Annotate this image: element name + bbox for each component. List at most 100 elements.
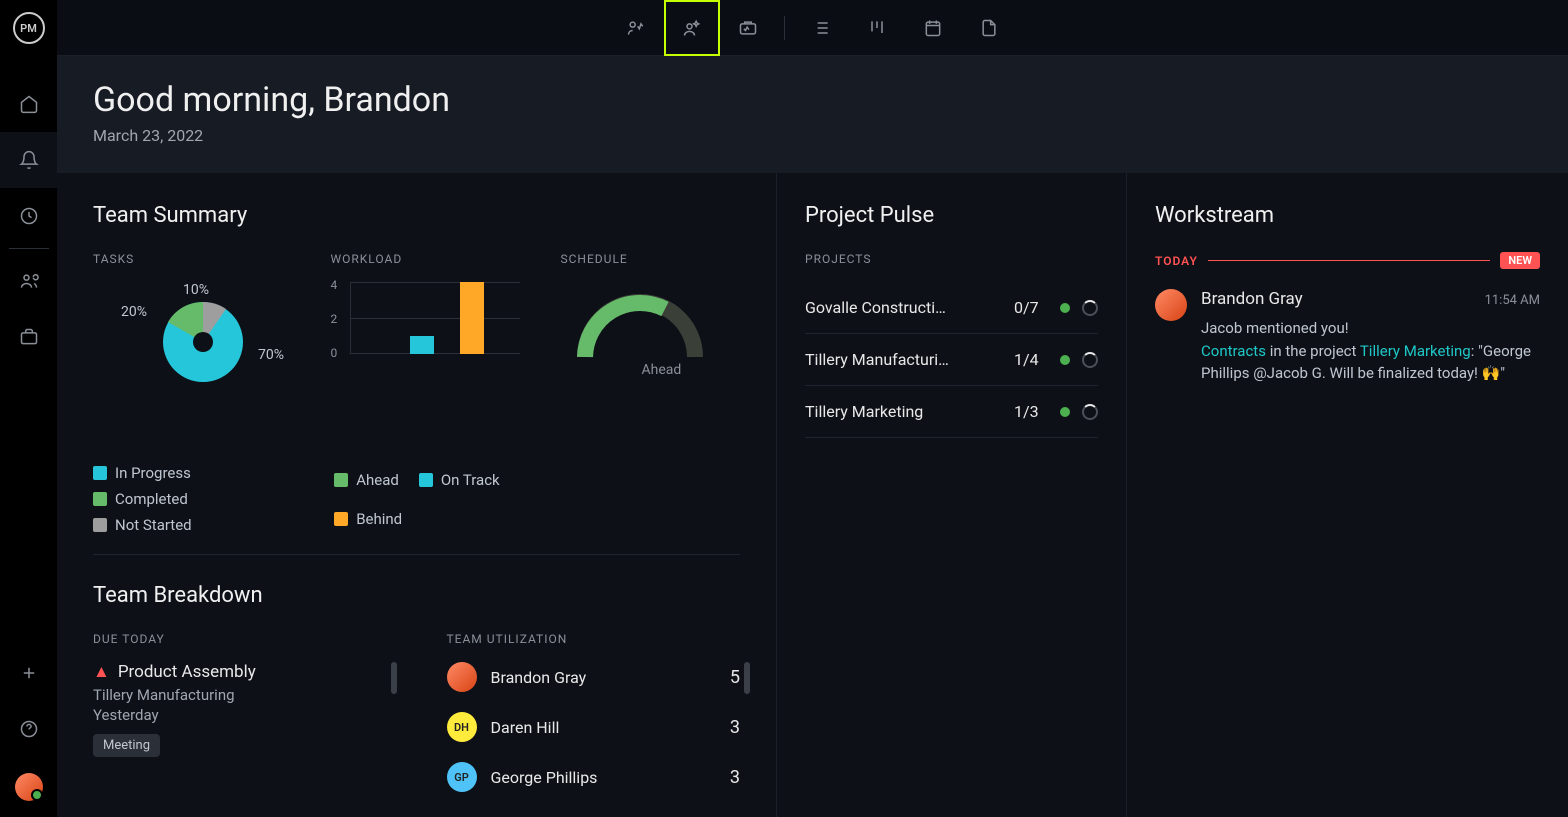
bar-ytick-0: 0 xyxy=(330,346,337,360)
util-name: Brandon Gray xyxy=(491,668,716,687)
topnav-calendar[interactable] xyxy=(905,0,961,56)
sidebar-team[interactable] xyxy=(0,253,57,309)
pulse-title: Project Pulse xyxy=(805,203,1098,228)
topnav-docs[interactable] xyxy=(961,0,1017,56)
util-row[interactable]: Brandon Gray 5 xyxy=(447,662,741,692)
due-item-tag: Meeting xyxy=(93,734,160,757)
workstream-today-label: TODAY xyxy=(1155,254,1198,268)
topnav-board[interactable] xyxy=(849,0,905,56)
legend-notstarted: Not Started xyxy=(93,516,192,534)
pie-label-10: 10% xyxy=(183,282,209,298)
due-item-when: Yesterday xyxy=(93,706,387,724)
workstream-title: Workstream xyxy=(1155,203,1540,228)
legend-completed: Completed xyxy=(93,490,188,508)
header-date: March 23, 2022 xyxy=(93,126,1532,145)
sidebar-home[interactable] xyxy=(0,76,57,132)
topnav-portfolio[interactable] xyxy=(720,0,776,56)
due-today-label: DUE TODAY xyxy=(93,632,387,646)
workload-label: WORKLOAD xyxy=(330,252,520,266)
pie-label-20: 20% xyxy=(121,304,147,320)
project-name: Govalle Constructi… xyxy=(805,298,1002,317)
document-icon xyxy=(979,18,999,38)
team-util-label: TEAM UTILIZATION xyxy=(447,632,741,646)
team-breakdown-title: Team Breakdown xyxy=(93,583,740,608)
calendar-icon xyxy=(923,18,943,38)
due-item-project: Tillery Manufacturing xyxy=(93,686,387,704)
divider xyxy=(784,16,785,40)
bar-behind xyxy=(460,282,484,354)
team-sparkle-icon xyxy=(682,18,702,38)
status-dot xyxy=(1060,407,1070,417)
board-icon xyxy=(867,18,887,38)
schedule-label: SCHEDULE xyxy=(560,252,740,266)
ws-time: 11:54 AM xyxy=(1485,293,1540,308)
ws-link-contracts[interactable]: Contracts xyxy=(1201,342,1266,360)
ws-author: Brandon Gray xyxy=(1201,289,1303,309)
warning-icon: ▲ xyxy=(93,662,110,682)
logo[interactable]: PM xyxy=(13,12,45,44)
topnav-personal[interactable] xyxy=(608,0,664,56)
bar-ytick-4: 4 xyxy=(330,278,337,292)
legend-ahead: Ahead xyxy=(334,464,399,495)
help-icon xyxy=(19,719,39,739)
status-dot xyxy=(1060,355,1070,365)
team-summary-title: Team Summary xyxy=(93,203,740,228)
project-name: Tillery Manufacturi… xyxy=(805,350,1002,369)
avatar: DH xyxy=(447,712,477,742)
ws-link-project[interactable]: Tillery Marketing xyxy=(1360,342,1471,360)
person-pulse-icon xyxy=(626,18,646,38)
topnav-list[interactable] xyxy=(793,0,849,56)
util-row[interactable]: GP George Phillips 3 xyxy=(447,762,741,792)
topnav-team[interactable] xyxy=(664,0,720,56)
tasks-label: TASKS xyxy=(93,252,290,266)
util-count: 3 xyxy=(730,767,740,788)
scrollbar[interactable] xyxy=(744,662,750,694)
project-row[interactable]: Govalle Constructi… 0/7 xyxy=(805,282,1098,334)
project-count: 0/7 xyxy=(1014,298,1048,317)
sidebar-help[interactable] xyxy=(0,701,57,757)
project-row[interactable]: Tillery Marketing 1/3 xyxy=(805,386,1098,438)
legend-ontrack: On Track xyxy=(419,464,500,495)
clock-icon xyxy=(19,206,39,226)
pie-label-70: 70% xyxy=(258,347,284,363)
due-item[interactable]: ▲ Product Assembly Tillery Manufacturing… xyxy=(93,662,387,757)
user-avatar[interactable] xyxy=(15,773,43,801)
spinner-icon xyxy=(1082,352,1098,368)
sidebar-notifications[interactable] xyxy=(0,132,57,188)
util-name: George Phillips xyxy=(491,768,716,787)
users-icon xyxy=(19,271,39,291)
scrollbar[interactable] xyxy=(391,662,397,694)
due-item-title: Product Assembly xyxy=(118,662,256,682)
spinner-icon xyxy=(1082,300,1098,316)
bar-ontrack xyxy=(410,336,434,354)
util-count: 5 xyxy=(730,667,740,688)
avatar xyxy=(1155,289,1187,321)
project-name: Tillery Marketing xyxy=(805,402,1002,421)
briefcase-icon xyxy=(19,327,39,347)
status-dot xyxy=(1060,303,1070,313)
ws-message: Contracts in the project Tillery Marketi… xyxy=(1201,340,1540,385)
spinner-icon xyxy=(1082,404,1098,420)
sidebar-recent[interactable] xyxy=(0,188,57,244)
ws-mention-line: Jacob mentioned you! xyxy=(1201,317,1540,340)
project-count: 1/4 xyxy=(1014,350,1048,369)
bell-icon xyxy=(19,150,39,170)
sidebar-add[interactable] xyxy=(0,645,57,701)
gauge-status: Ahead xyxy=(641,362,681,378)
home-icon xyxy=(19,94,39,114)
pulse-subtitle: PROJECTS xyxy=(805,252,1098,266)
greeting: Good morning, Brandon xyxy=(93,80,1532,120)
project-row[interactable]: Tillery Manufacturi… 1/4 xyxy=(805,334,1098,386)
briefcase-pulse-icon xyxy=(738,18,758,38)
avatar xyxy=(447,662,477,692)
legend-inprogress: In Progress xyxy=(93,464,191,482)
workload-bar-chart: 4 2 0 xyxy=(330,282,520,372)
tasks-pie-chart: 10% 20% 70% xyxy=(93,282,273,422)
util-row[interactable]: DH Daren Hill 3 xyxy=(447,712,741,742)
schedule-gauge: Ahead xyxy=(570,282,720,382)
workstream-item[interactable]: Brandon Gray 11:54 AM Jacob mentioned yo… xyxy=(1155,289,1540,385)
sidebar-portfolio[interactable] xyxy=(0,309,57,365)
page-header: Good morning, Brandon March 23, 2022 xyxy=(57,56,1568,173)
avatar: GP xyxy=(447,762,477,792)
topnav xyxy=(57,0,1568,56)
